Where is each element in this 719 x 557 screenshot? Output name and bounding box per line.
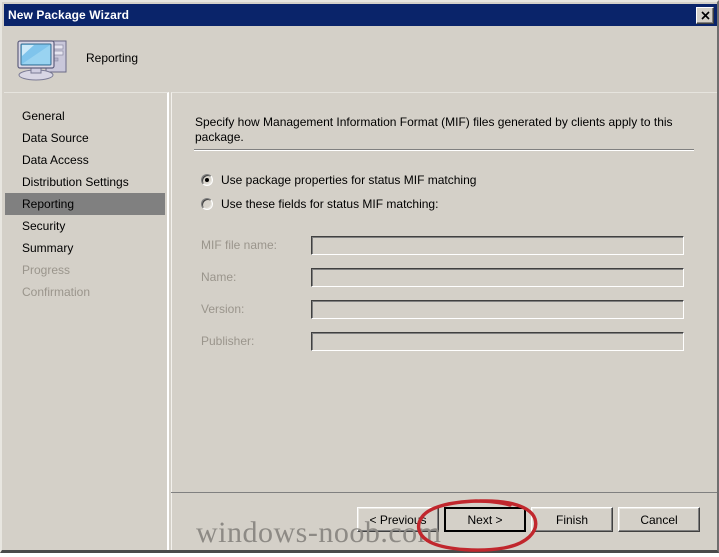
- horizontal-separator: [194, 149, 694, 151]
- window-title: New Package Wizard: [8, 8, 130, 22]
- wizard-content-panel: Specify how Management Information Forma…: [171, 92, 717, 550]
- screenshot-root: New Package Wizard Reporting General Dat…: [0, 0, 719, 557]
- label-name: Name:: [201, 270, 237, 284]
- field-row-name: Name:: [201, 267, 684, 287]
- finish-button[interactable]: Finish: [531, 507, 613, 532]
- sidebar-item-security[interactable]: Security: [4, 215, 167, 237]
- radio-use-package-properties[interactable]: Use package properties for status MIF ma…: [201, 173, 476, 187]
- sidebar-item-data-access[interactable]: Data Access: [4, 149, 167, 171]
- radio-button-icon-selected[interactable]: [201, 174, 213, 186]
- input-name[interactable]: [311, 267, 684, 287]
- radio-button-icon-unselected[interactable]: [201, 198, 213, 210]
- sidebar-item-progress: Progress: [22, 263, 71, 277]
- radio-label-use-package-properties: Use package properties for status MIF ma…: [221, 173, 477, 187]
- sidebar-item-distribution-settings[interactable]: Distribution Settings: [4, 171, 167, 193]
- field-row-mif-file-name: MIF file name:: [201, 235, 684, 255]
- title-bar: New Package Wizard: [4, 4, 717, 26]
- field-row-version: Version:: [201, 299, 684, 319]
- input-mif-file-name[interactable]: [311, 235, 684, 255]
- close-icon[interactable]: [696, 6, 714, 24]
- cancel-button[interactable]: Cancel: [618, 507, 700, 532]
- input-version[interactable]: [311, 299, 684, 319]
- sidebar-item-confirmation: Confirmation: [22, 285, 91, 299]
- wizard-window: New Package Wizard Reporting General Dat…: [0, 0, 719, 553]
- label-publisher: Publisher:: [201, 334, 255, 348]
- sidebar-item-general[interactable]: General: [4, 105, 167, 127]
- label-mif-file-name: MIF file name:: [201, 238, 278, 252]
- sidebar-item-reporting[interactable]: Reporting: [5, 193, 165, 215]
- previous-button[interactable]: < Previous: [357, 507, 439, 532]
- input-publisher[interactable]: [311, 331, 684, 351]
- wizard-step-sidebar: General Data Source Data Access Distribu…: [4, 92, 169, 550]
- computer-icon: [16, 32, 74, 84]
- sidebar-item-summary[interactable]: Summary: [4, 237, 167, 259]
- intro-description: Specify how Management Information Forma…: [195, 115, 673, 144]
- close-glyph: [700, 10, 710, 20]
- sidebar-item-data-source[interactable]: Data Source: [4, 127, 167, 149]
- radio-label-use-these-fields: Use these fields for status MIF matching…: [221, 197, 439, 211]
- radio-use-these-fields[interactable]: Use these fields for status MIF matching…: [201, 197, 438, 211]
- label-version: Version:: [201, 302, 245, 316]
- next-button[interactable]: Next >: [444, 507, 526, 532]
- panels-row: General Data Source Data Access Distribu…: [4, 92, 717, 553]
- wizard-header: Reporting: [4, 26, 717, 90]
- wizard-button-bar: < Previous Next > Finish Cancel: [171, 492, 717, 550]
- field-row-publisher: Publisher:: [201, 331, 684, 351]
- page-title: Reporting: [86, 51, 139, 65]
